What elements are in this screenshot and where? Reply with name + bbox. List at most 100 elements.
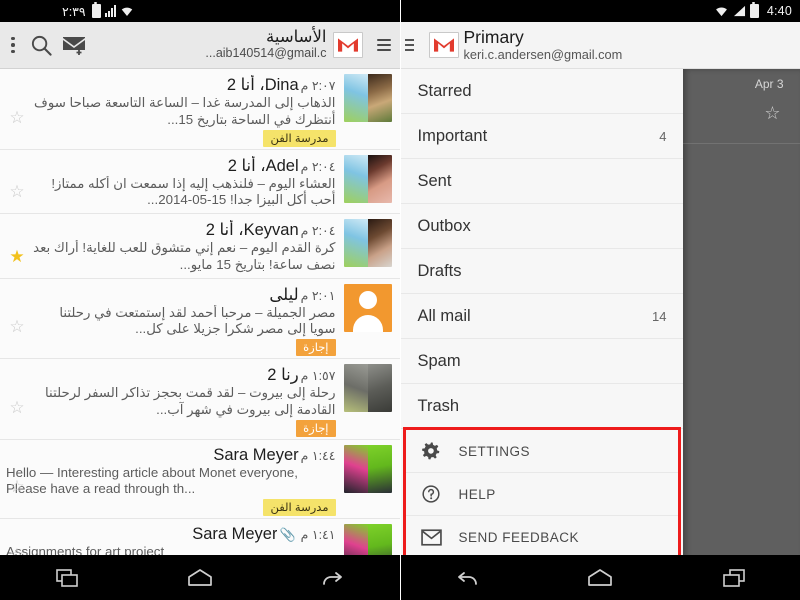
email-label-wrap: مدرسة الفن [6, 498, 336, 516]
avatar [343, 154, 392, 203]
sidebar-item-label: Outbox [417, 216, 471, 235]
left-status-bar: ٢:٣٩ [0, 0, 400, 22]
right-phone-panel: 4:40 Primary keri.c.andersen@gmail.com S… [400, 0, 800, 600]
sidebar-item-all-mail[interactable]: All mail 14 [400, 294, 683, 339]
left-navigation-bar [0, 555, 400, 600]
email-snippet: Hello — Interesting article about Monet … [6, 464, 298, 497]
account-name: الأساسية [266, 28, 327, 47]
footer-item-label: SETTINGS [458, 443, 531, 459]
star-icon[interactable]: ★ [8, 247, 26, 266]
hamburger-menu-icon[interactable] [404, 39, 421, 51]
status-badge: إجازة [296, 419, 336, 437]
star-icon[interactable]: ☆ [8, 478, 26, 496]
email-time: ٢:٠٤ م [300, 224, 336, 238]
email-time: ١:٥٧ م [300, 369, 336, 383]
email-label-wrap: إجازة [6, 419, 336, 437]
divider [682, 143, 800, 144]
table-row[interactable]: ٢:٠٤ م Adel، أنا 2 العشاء اليوم – فلنذهب… [0, 149, 400, 214]
recents-icon[interactable] [711, 563, 757, 593]
email-meta: ٢:٠٤ م [299, 159, 336, 174]
right-status-time: 4:40 [766, 4, 792, 18]
sidebar-item-spam[interactable]: Spam [400, 339, 683, 384]
sidebar-item-count: 14 [652, 308, 667, 324]
table-row[interactable]: ١:٤٤ م Sara Meyer Hello — Interesting ar… [0, 439, 400, 519]
table-row[interactable]: ٢:٠١ م ليلى مصر الجميلة – مرحبا أحمد لقد… [0, 278, 400, 359]
drawer-scrim[interactable]: Apr 3 ☆ [682, 69, 800, 600]
avatar [343, 74, 392, 122]
email-meta: ٢:٠٧ م [299, 78, 336, 93]
email-sender: Adel، أنا 2 [227, 156, 299, 175]
drawer-nav-list[interactable]: Starred Important 4 Sent Outbox Drafts A… [400, 69, 683, 429]
email-body: ٢:٠٧ م Dina، أنا 2 الذهاب إلى المدرسة غد… [6, 74, 336, 147]
star-icon[interactable]: ☆ [8, 398, 26, 417]
sidebar-item-important[interactable]: Important 4 [400, 114, 683, 159]
account-email: aib140514@gmail.c... [205, 47, 327, 61]
wifi-icon [715, 7, 727, 17]
email-meta: ١:٥٧ م [299, 368, 336, 383]
hamburger-menu-icon[interactable] [368, 32, 394, 58]
email-body: ٢:٠٤ م Adel، أنا 2 العشاء اليوم – فلنذهب… [6, 155, 336, 210]
email-time: ١:٤١ م [300, 528, 336, 542]
sidebar-item-label: Drafts [417, 261, 462, 280]
status-badge: مدرسة الفن [263, 499, 336, 516]
drawer-account-email: keri.c.andersen@gmail.com [463, 46, 623, 62]
signal-icon [733, 5, 745, 17]
sidebar-item-label: Sent [417, 171, 452, 190]
gmail-logo-icon [428, 32, 459, 58]
email-time: ٢:٠٤ م [300, 159, 336, 174]
email-snippet: مصر الجميلة – مرحبا أحمد لقد إستمتعت في … [59, 304, 336, 337]
overflow-menu-icon[interactable] [2, 30, 24, 60]
footer-item-label: SEND FEEDBACK [458, 530, 580, 545]
battery-icon [749, 2, 759, 18]
email-label-wrap: إجازة [6, 338, 336, 356]
sidebar-item-label: Spam [417, 351, 461, 370]
table-row[interactable]: ١:٥٧ م رنا 2 رحلة إلى بيروت – لقد قمت بح… [0, 359, 400, 440]
avatar [343, 283, 392, 332]
recents-icon[interactable] [44, 563, 90, 593]
left-toolbar: الأساسية aib140514@gmail.c... [0, 22, 400, 69]
attachment-icon: 📎 [279, 526, 296, 542]
screenshot-root: ٢:٣٩ الأساسية aib140514@gmail.c... ٢:٠٧ … [0, 0, 800, 600]
compose-icon[interactable] [58, 28, 92, 62]
email-meta: ٢:٠٤ م [299, 223, 336, 238]
search-icon[interactable] [24, 28, 58, 62]
footer-item-settings[interactable]: SETTINGS [405, 430, 678, 473]
home-icon[interactable] [177, 563, 223, 593]
star-icon[interactable]: ☆ [8, 183, 26, 201]
right-status-icons [714, 2, 759, 18]
back-icon[interactable] [444, 563, 490, 593]
star-outline-icon: ☆ [764, 103, 781, 123]
footer-item-send-feedback[interactable]: SEND FEEDBACK [406, 516, 678, 559]
email-sender: Sara Meyer [213, 445, 299, 464]
table-row[interactable]: ٢:٠٧ م Dina، أنا 2 الذهاب إلى المدرسة غد… [0, 69, 400, 150]
account-block[interactable]: الأساسية aib140514@gmail.c... [92, 28, 327, 61]
table-row[interactable]: ٢:٠٤ م Keyvan، أنا 2 كرة القدم اليوم – ن… [0, 214, 400, 279]
email-meta: ٢:٠١ م [299, 288, 336, 303]
email-snippet: كرة القدم اليوم – نعم إني متشوق للعب للغ… [33, 240, 336, 272]
footer-item-help[interactable]: HELP [405, 473, 678, 516]
email-label-wrap: مدرسة الفن [6, 129, 336, 147]
star-icon[interactable]: ☆ [8, 108, 26, 127]
sidebar-item-sent[interactable]: Sent [400, 159, 683, 204]
email-time: ٢:٠٧ م [300, 79, 336, 93]
left-status-time: ٢:٣٩ [62, 4, 86, 19]
email-body: ١:٥٧ م رنا 2 رحلة إلى بيروت – لقد قمت بح… [6, 364, 336, 437]
drawer-account-block: Primary keri.c.andersen@gmail.com [463, 28, 623, 62]
email-sender: Sara Meyer [192, 525, 278, 543]
battery-icon [91, 2, 101, 18]
signal-icon [104, 5, 116, 17]
email-list[interactable]: ٢:٠٧ م Dina، أنا 2 الذهاب إلى المدرسة غد… [0, 69, 400, 564]
sidebar-item-drafts[interactable]: Drafts [400, 249, 683, 294]
email-body: ٢:٠٤ م Keyvan، أنا 2 كرة القدم اليوم – ن… [6, 219, 336, 274]
star-icon[interactable]: ☆ [8, 318, 26, 336]
drawer-header[interactable]: Primary keri.c.andersen@gmail.com [400, 22, 800, 69]
sidebar-item-label: Starred [417, 81, 472, 100]
home-icon[interactable] [577, 563, 623, 593]
avatar [343, 219, 392, 267]
sidebar-item-outbox[interactable]: Outbox [400, 204, 683, 249]
sidebar-item-trash[interactable]: Trash [400, 384, 683, 429]
sidebar-item-starred[interactable]: Starred [400, 69, 683, 114]
back-icon-rtl[interactable] [310, 563, 356, 593]
email-snippet: العشاء اليوم – فلنذهب إليه إذا سمعت ان أ… [51, 175, 336, 208]
drawer-body: Starred Important 4 Sent Outbox Drafts A… [400, 69, 800, 600]
